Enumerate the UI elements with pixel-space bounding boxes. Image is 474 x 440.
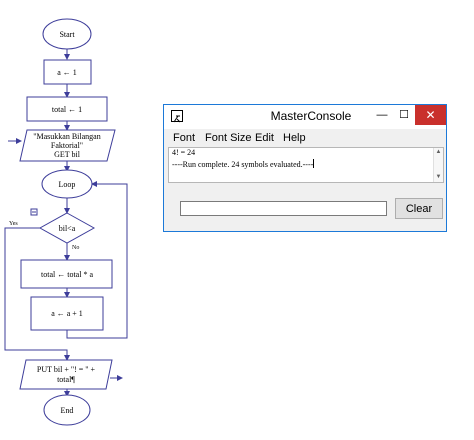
loop-label: Loop <box>59 180 76 189</box>
connector-yes-exit <box>4 227 70 361</box>
clear-button[interactable]: Clear <box>395 198 443 219</box>
menu-help[interactable]: Help <box>283 132 306 144</box>
end-label: End <box>61 406 74 415</box>
maximize-button[interactable]: ☐ <box>394 105 414 125</box>
increment-label: a ← a + 1 <box>51 309 83 318</box>
console-output[interactable]: 4! = 24 ----Run complete. 24 symbols eva… <box>168 147 444 183</box>
no-label: No <box>72 245 79 251</box>
output-line: 4! = 24 <box>172 148 196 157</box>
close-button[interactable]: ✕ <box>415 105 446 125</box>
start-label: Start <box>59 30 75 39</box>
master-console-window: MasterConsole — ☐ ✕ Font Font Size Edit … <box>163 104 447 232</box>
assign-a-label: a ← 1 <box>57 68 77 77</box>
multiply-label: total ← total * a <box>41 270 93 279</box>
title-bar[interactable]: MasterConsole — ☐ ✕ <box>164 105 446 129</box>
menu-font[interactable]: Font <box>173 132 195 144</box>
vertical-scrollbar[interactable]: ▲ ▼ <box>433 148 443 182</box>
menu-edit[interactable]: Edit <box>255 132 274 144</box>
output-line-wrapper: ----Run complete. 24 symbols evaluated.-… <box>172 159 315 170</box>
yes-label: Yes <box>9 221 18 227</box>
output-label-line2: total¶ <box>57 375 75 384</box>
app-icon <box>171 110 183 123</box>
output-line: ----Run complete. 24 symbols evaluated.-… <box>172 160 314 169</box>
menu-bar: Font Font Size Edit Help <box>164 129 446 147</box>
console-input[interactable] <box>180 201 387 216</box>
window-title: MasterConsole <box>270 109 352 123</box>
menu-font-size[interactable]: Font Size <box>205 132 251 144</box>
scroll-down-arrow-icon[interactable]: ▼ <box>434 173 443 182</box>
minimize-button[interactable]: — <box>370 105 394 125</box>
input-label-line3: GET bil <box>54 150 81 159</box>
assign-total-label: total ← 1 <box>52 105 82 114</box>
output-label-line1: PUT bil + "! = " + <box>37 365 96 374</box>
input-label-line1: "Masukkan Bilangan <box>33 132 100 141</box>
condition-label: bil<a <box>59 224 76 233</box>
scroll-up-arrow-icon[interactable]: ▲ <box>434 148 443 157</box>
input-label-line2: Faktorial" <box>51 141 83 150</box>
text-caret <box>313 159 315 168</box>
